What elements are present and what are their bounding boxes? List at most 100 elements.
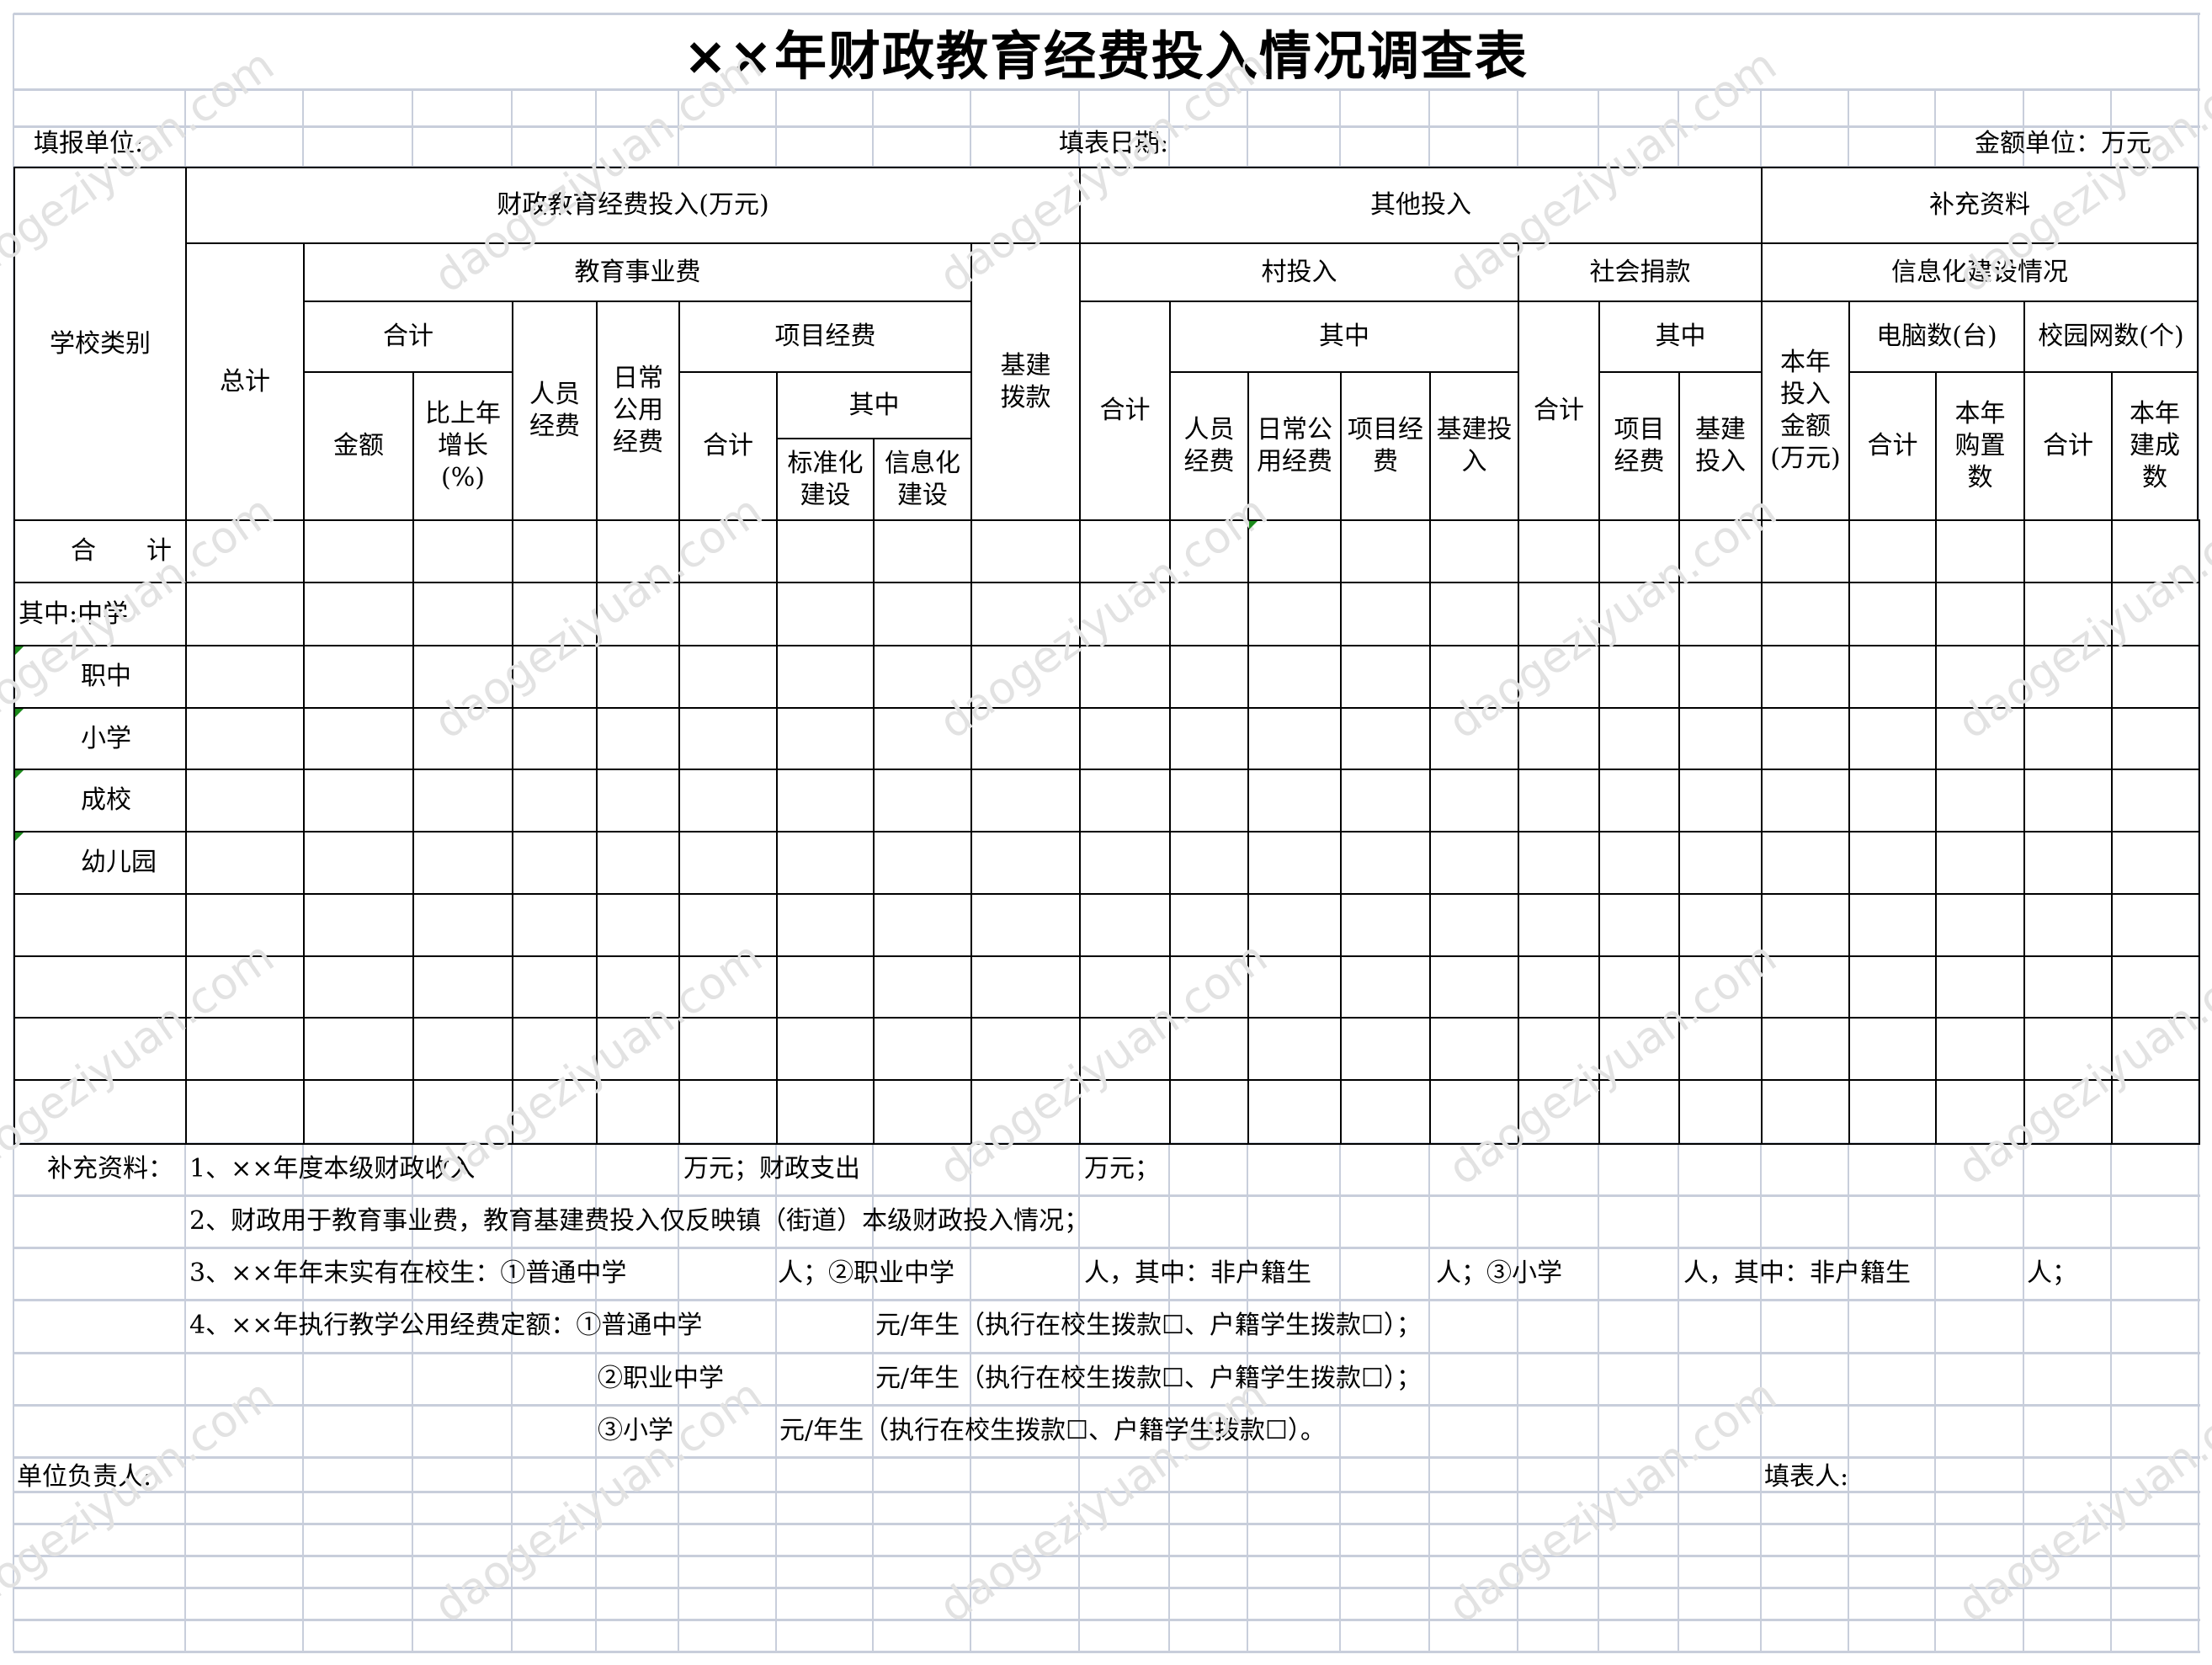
data-input-cell[interactable] [1678, 893, 1763, 957]
data-input-cell[interactable] [412, 519, 513, 583]
data-input-cell[interactable] [596, 707, 680, 770]
data-input-cell[interactable] [1340, 1017, 1431, 1081]
data-input-cell[interactable] [776, 645, 875, 709]
data-input-cell[interactable] [873, 831, 972, 895]
data-input-cell[interactable] [2023, 582, 2113, 646]
data-input-cell[interactable] [303, 893, 414, 957]
data-input-cell[interactable] [412, 831, 513, 895]
data-input-cell[interactable] [1518, 519, 1600, 583]
data-input-cell[interactable] [185, 707, 305, 770]
data-input-cell[interactable] [185, 1079, 305, 1145]
data-input-cell[interactable] [1340, 955, 1431, 1019]
data-input-cell[interactable] [970, 1079, 1081, 1145]
data-input-cell[interactable] [1678, 645, 1763, 709]
data-input-cell[interactable] [1935, 955, 2025, 1019]
data-input-cell[interactable] [185, 893, 305, 957]
data-input-cell[interactable] [873, 645, 972, 709]
data-input-cell[interactable] [2023, 519, 2113, 583]
data-input-cell[interactable] [1247, 582, 1342, 646]
data-input-cell[interactable] [1429, 645, 1519, 709]
data-input-cell[interactable] [1848, 769, 1937, 832]
data-input-cell[interactable] [678, 769, 778, 832]
data-input-cell[interactable] [776, 519, 875, 583]
data-input-cell[interactable] [776, 582, 875, 646]
data-input-cell[interactable] [776, 893, 875, 957]
data-input-cell[interactable] [1518, 831, 1600, 895]
data-input-cell[interactable] [1429, 707, 1519, 770]
data-input-cell[interactable] [1169, 645, 1249, 709]
data-input-cell[interactable] [1848, 831, 1937, 895]
data-input-cell[interactable] [185, 769, 305, 832]
data-input-cell[interactable] [512, 955, 598, 1019]
data-input-cell[interactable] [1848, 1017, 1937, 1081]
data-input-cell[interactable] [1761, 645, 1850, 709]
data-input-cell[interactable] [1598, 893, 1680, 957]
data-input-cell[interactable] [1429, 893, 1519, 957]
data-input-cell[interactable] [303, 769, 414, 832]
data-input-cell[interactable] [1848, 519, 1937, 583]
data-input-cell[interactable] [1761, 831, 1850, 895]
data-input-cell[interactable] [1429, 831, 1519, 895]
data-input-cell[interactable] [1598, 519, 1680, 583]
data-input-cell[interactable] [1079, 955, 1171, 1019]
data-input-cell[interactable] [1247, 955, 1342, 1019]
data-input-cell[interactable] [1678, 1017, 1763, 1081]
data-input-cell[interactable] [1079, 893, 1171, 957]
data-input-cell[interactable] [2023, 645, 2113, 709]
data-input-cell[interactable] [2111, 519, 2200, 583]
data-input-cell[interactable] [678, 831, 778, 895]
data-input-cell[interactable] [1247, 1079, 1342, 1145]
data-input-cell[interactable] [1848, 707, 1937, 770]
data-input-cell[interactable] [2111, 707, 2200, 770]
data-input-cell[interactable] [1935, 1079, 2025, 1145]
data-input-cell[interactable] [1678, 831, 1763, 895]
data-input-cell[interactable] [596, 955, 680, 1019]
data-input-cell[interactable] [1079, 831, 1171, 895]
data-input-cell[interactable] [185, 645, 305, 709]
data-input-cell[interactable] [1935, 1017, 2025, 1081]
data-input-cell[interactable] [1678, 707, 1763, 770]
data-input-cell[interactable] [1848, 645, 1937, 709]
data-input-cell[interactable] [1935, 582, 2025, 646]
data-input-cell[interactable] [596, 1079, 680, 1145]
data-input-cell[interactable] [2111, 893, 2200, 957]
data-input-cell[interactable] [776, 831, 875, 895]
data-input-cell[interactable] [2111, 831, 2200, 895]
data-input-cell[interactable] [1518, 1079, 1600, 1145]
data-input-cell[interactable] [1247, 893, 1342, 957]
data-input-cell[interactable] [303, 1079, 414, 1145]
data-input-cell[interactable] [1429, 955, 1519, 1019]
data-input-cell[interactable] [873, 1017, 972, 1081]
data-input-cell[interactable] [873, 582, 972, 646]
data-input-cell[interactable] [512, 645, 598, 709]
data-input-cell[interactable] [596, 1017, 680, 1081]
data-input-cell[interactable] [1761, 893, 1850, 957]
data-input-cell[interactable] [412, 1079, 513, 1145]
data-input-cell[interactable] [1429, 1017, 1519, 1081]
data-input-cell[interactable] [185, 519, 305, 583]
data-input-cell[interactable] [2111, 769, 2200, 832]
data-input-cell[interactable] [776, 955, 875, 1019]
data-input-cell[interactable] [1678, 582, 1763, 646]
data-input-cell[interactable] [1340, 707, 1431, 770]
data-input-cell[interactable] [1935, 519, 2025, 583]
data-input-cell[interactable] [1079, 582, 1171, 646]
data-input-cell[interactable] [1169, 707, 1249, 770]
data-input-cell[interactable] [970, 707, 1081, 770]
data-input-cell[interactable] [1079, 645, 1171, 709]
data-input-cell[interactable] [303, 831, 414, 895]
data-input-cell[interactable] [1848, 1079, 1937, 1145]
data-input-cell[interactable] [303, 707, 414, 770]
data-input-cell[interactable] [1848, 955, 1937, 1019]
data-input-cell[interactable] [596, 893, 680, 957]
data-input-cell[interactable] [412, 645, 513, 709]
data-input-cell[interactable] [2111, 645, 2200, 709]
data-input-cell[interactable] [970, 955, 1081, 1019]
data-input-cell[interactable] [1247, 831, 1342, 895]
data-input-cell[interactable] [512, 519, 598, 583]
data-input-cell[interactable] [2023, 955, 2113, 1019]
data-input-cell[interactable] [2111, 582, 2200, 646]
data-input-cell[interactable] [970, 582, 1081, 646]
data-input-cell[interactable] [1340, 769, 1431, 832]
data-input-cell[interactable] [1340, 831, 1431, 895]
